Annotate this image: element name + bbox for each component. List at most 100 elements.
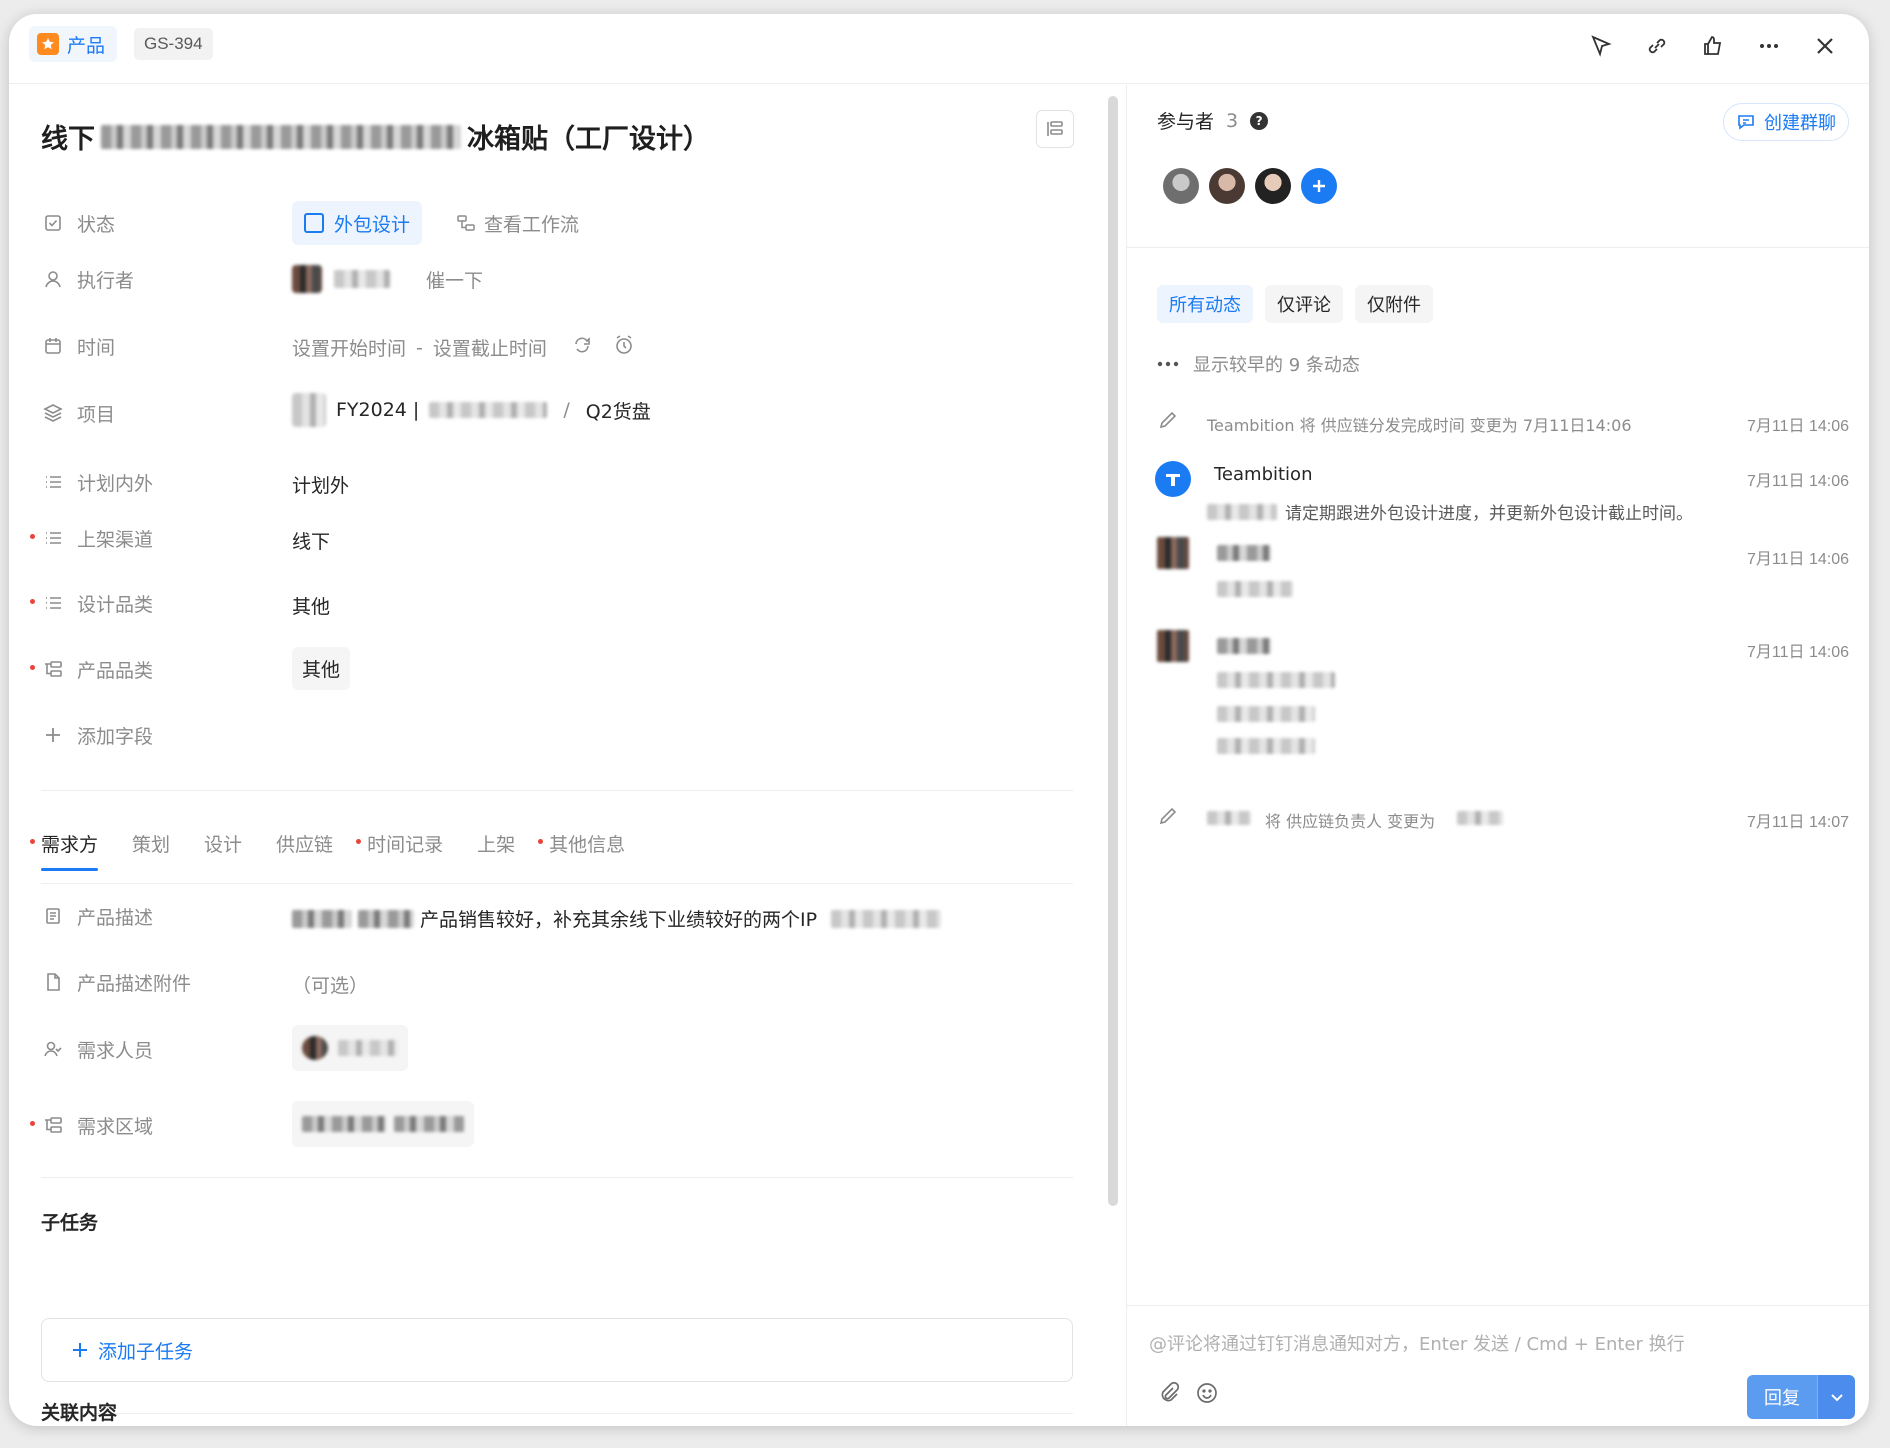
required-dot [30, 1121, 35, 1126]
project-slash: / [563, 399, 570, 421]
tab-design[interactable]: 设计 [204, 830, 242, 871]
avatar[interactable] [1163, 168, 1199, 204]
tab-planning[interactable]: 策划 [132, 830, 170, 871]
required-dot [30, 534, 35, 539]
status-select[interactable]: 外包设计 [292, 201, 423, 245]
related-content-title: 关联内容 [41, 1402, 118, 1424]
participants-header: 参与者 3 ? [1157, 107, 1269, 134]
activity-time: 7月11日 14:06 [1747, 644, 1849, 661]
region-chip [292, 1101, 474, 1147]
tab-listing[interactable]: 上架 [477, 830, 515, 871]
plus-icon [73, 1343, 87, 1357]
start-time-input[interactable]: 设置开始时间 [292, 334, 406, 361]
tab-label: 策划 [132, 834, 171, 856]
participants-label: 参与者 [1157, 111, 1215, 133]
outline-toggle-button[interactable] [1036, 110, 1074, 148]
activity-time: 7月11日 14:06 [1747, 473, 1849, 490]
tab-label: 供应链 [276, 834, 334, 856]
filter-attachments-only[interactable]: 仅附件 [1355, 285, 1433, 323]
redacted-text [394, 1116, 464, 1132]
requester-chip [292, 1025, 408, 1071]
emoji-icon[interactable] [1195, 1381, 1219, 1410]
nudge-button[interactable]: 催一下 [426, 266, 483, 293]
avatar[interactable] [1255, 168, 1291, 204]
comment-text [1217, 672, 1335, 688]
project-value[interactable]: FY2024 | / Q2货盘 [292, 393, 651, 427]
comment-input[interactable]: @评论将通过钉钉消息通知对方，Enter 发送 / Cmd + Enter 换行 [1149, 1330, 1685, 1356]
participant-avatars [1163, 168, 1337, 204]
tab-supply-chain[interactable]: 供应链 [276, 830, 333, 871]
calendar-icon [41, 334, 65, 358]
help-icon[interactable]: ? [1250, 111, 1269, 130]
attachment-icon[interactable] [1157, 1381, 1181, 1410]
edit-icon [1159, 807, 1177, 825]
avatar[interactable] [1209, 168, 1245, 204]
task-detail-window: 产品 GS-394 线下 冰箱贴（工厂设计） 状态 外包设计 查看工作流 执行者… [9, 14, 1869, 1426]
create-group-chat-button[interactable]: 创建群聊 [1723, 103, 1849, 141]
task-title[interactable]: 线下 冰箱贴（工厂设计） [41, 117, 710, 156]
redacted-mention [1207, 503, 1277, 520]
field-label: 产品品类 [77, 659, 154, 682]
add-participant-button[interactable] [1301, 168, 1337, 204]
filter-all-activity[interactable]: 所有动态 [1157, 285, 1253, 323]
reply-button[interactable]: 回复 [1747, 1375, 1817, 1419]
activity-item: 7月11日 14:06 [1157, 537, 1849, 597]
file-icon [41, 970, 65, 994]
reply-options-button[interactable] [1817, 1375, 1855, 1419]
alarm-icon[interactable] [613, 334, 635, 361]
comment-avatar [1157, 537, 1189, 569]
hierarchy-icon [41, 657, 65, 681]
document-icon [41, 904, 65, 928]
task-detail-pane: 线下 冰箱贴（工厂设计） 状态 外包设计 查看工作流 执行者 催一下 时间 设置… [9, 85, 1104, 1426]
activity-item: 7月11日 14:06 [1157, 630, 1849, 754]
add-subtask-button[interactable]: 添加子任务 [41, 1318, 1073, 1382]
redacted-text [358, 909, 414, 928]
project-name-prefix: FY2024 | [336, 399, 420, 421]
tab-label: 上架 [477, 834, 516, 856]
filter-comments-only[interactable]: 仅评论 [1265, 285, 1343, 323]
activity-text: 将 供应链负责人 变更为 [1265, 812, 1436, 831]
field-region: 需求区域 [30, 1105, 237, 1145]
tag-icon[interactable] [1585, 30, 1617, 62]
divider [41, 790, 1073, 791]
close-icon[interactable] [1809, 30, 1841, 62]
create-group-label: 创建群聊 [1764, 113, 1836, 134]
divider [41, 1177, 1073, 1178]
assignee-name [334, 270, 390, 288]
task-id-tag[interactable]: GS-394 [134, 28, 213, 60]
field-product-category: 产品品类 [30, 649, 237, 689]
region-value[interactable] [292, 1101, 474, 1147]
assignee-value[interactable]: 催一下 [292, 265, 483, 293]
scrollbar[interactable] [1108, 96, 1118, 1206]
add-field-button[interactable]: 添加字段 [41, 715, 237, 755]
field-label: 需求区域 [77, 1115, 154, 1138]
comment-toolbar [1157, 1381, 1219, 1410]
redacted-user [1207, 811, 1251, 825]
task-type-tag[interactable]: 产品 [29, 26, 118, 62]
tab-time-log[interactable]: 时间记录 [356, 830, 443, 871]
product-category-value[interactable]: 其他 [292, 647, 351, 690]
field-label: 时间 [77, 336, 116, 359]
end-time-input[interactable]: 设置截止时间 [433, 334, 547, 361]
show-earlier-activity[interactable]: 显示较早的 9 条动态 [1157, 351, 1360, 377]
requester-value[interactable] [292, 1025, 408, 1071]
design-category-value[interactable]: 其他 [292, 592, 330, 619]
activity-text: Teambition 将 供应链分发完成时间 变更为 7月11日14:06 [1207, 416, 1632, 435]
thumbs-up-icon[interactable] [1697, 30, 1729, 62]
view-workflow-link[interactable]: 查看工作流 [456, 210, 579, 237]
status-label: 外包设计 [334, 213, 411, 236]
plan-value[interactable]: 计划外 [292, 471, 349, 498]
channel-value[interactable]: 线下 [292, 527, 330, 554]
teambition-logo-icon [1166, 474, 1180, 486]
product-description-value[interactable]: 产品销售较好，补充其余线下业绩较好的两个IP [292, 905, 942, 932]
link-icon[interactable] [1641, 30, 1673, 62]
attachment-placeholder[interactable]: （可选） [292, 971, 368, 998]
field-label: 需求人员 [77, 1039, 154, 1062]
tab-other-info[interactable]: 其他信息 [538, 830, 625, 871]
more-icon[interactable] [1753, 30, 1785, 62]
status-box-icon [304, 213, 324, 233]
divider [1127, 1305, 1869, 1306]
tab-requester[interactable]: 需求方 [30, 830, 99, 871]
activity-time: 7月11日 14:07 [1747, 814, 1849, 831]
repeat-icon[interactable] [571, 334, 593, 361]
